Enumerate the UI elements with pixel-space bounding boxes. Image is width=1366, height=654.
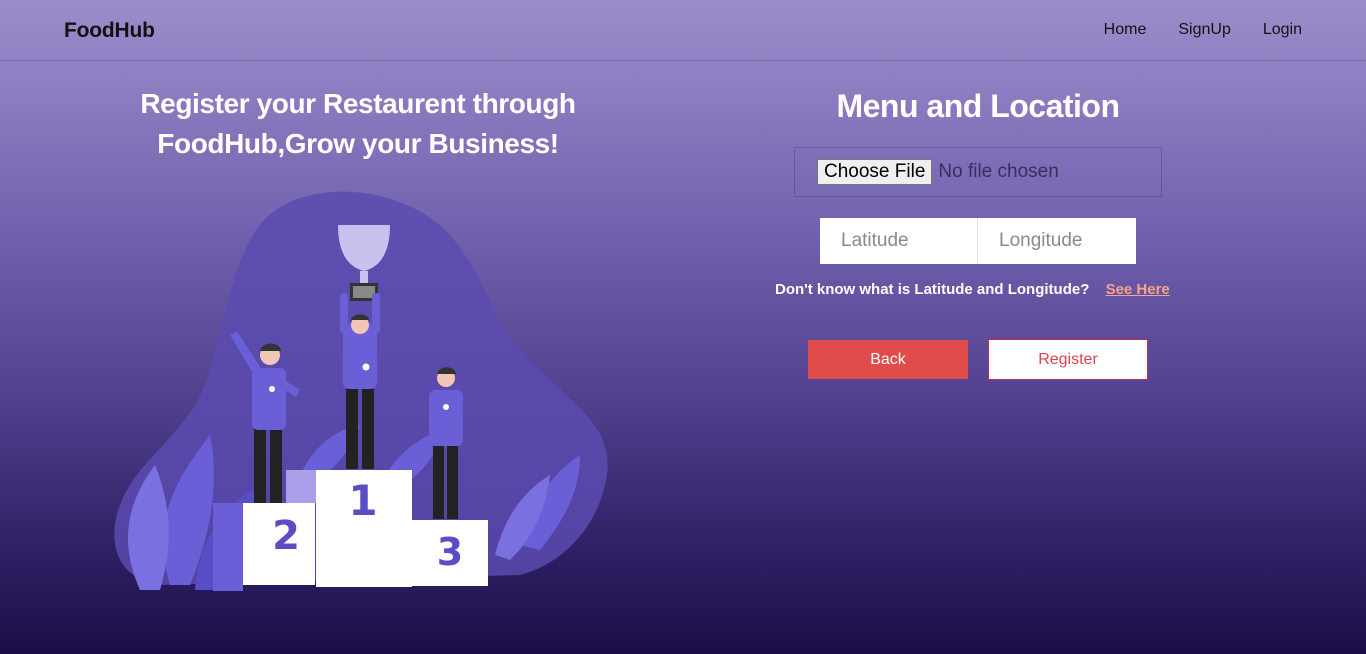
podium-label-second: 2 [272, 513, 300, 559]
medal-icon [443, 404, 449, 410]
coordinates-row [820, 218, 1136, 264]
nav-link-signup[interactable]: SignUp [1178, 21, 1230, 39]
coordinates-help: Don't know what is Latitude and Longitud… [775, 281, 1170, 298]
navbar: FoodHub Home SignUp Login [0, 0, 1366, 61]
nav-link-home[interactable]: Home [1104, 21, 1147, 39]
see-here-link[interactable]: See Here [1106, 281, 1170, 298]
podium-label-third: 3 [437, 530, 463, 574]
hero-heading: Register your Restaurent through FoodHub… [98, 84, 618, 164]
nav-links: Home SignUp Login [1104, 21, 1302, 39]
file-status-text: No file chosen [938, 161, 1059, 182]
hero-heading-line2: FoodHub,Grow your Business! [157, 128, 559, 159]
file-upload-field[interactable]: Choose File No file chosen [794, 147, 1162, 197]
podium-label-first: 1 [348, 476, 377, 525]
brand-logo[interactable]: FoodHub [64, 19, 155, 43]
medal-icon [362, 363, 370, 371]
podium-first-side [286, 470, 316, 503]
form-title: Menu and Location [836, 88, 1120, 124]
coordinates-help-text: Don't know what is Latitude and Longitud… [775, 281, 1090, 298]
podium-second-side [213, 503, 243, 591]
latitude-input[interactable] [820, 218, 978, 264]
nav-link-login[interactable]: Login [1263, 21, 1302, 39]
medal-icon [269, 386, 275, 392]
choose-file-button[interactable]: Choose File [817, 159, 933, 185]
podium-illustration: 1 2 3 [114, 191, 608, 591]
longitude-input[interactable] [978, 218, 1136, 264]
register-button[interactable]: Register [988, 339, 1148, 380]
back-button[interactable]: Back [808, 340, 968, 379]
hero-heading-line1: Register your Restaurent through [140, 88, 576, 119]
